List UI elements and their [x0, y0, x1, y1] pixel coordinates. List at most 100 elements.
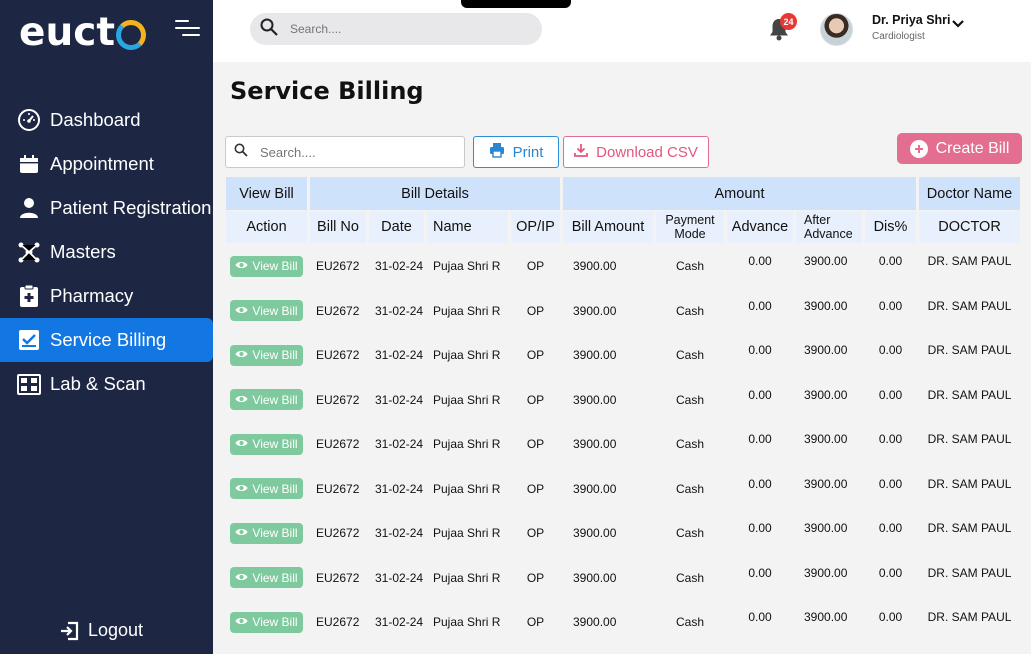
- sidebar-item-service-billing[interactable]: Service Billing: [0, 318, 213, 362]
- top-search-input[interactable]: [290, 22, 520, 36]
- col-date: Date: [369, 211, 427, 244]
- chevron-down-icon[interactable]: [952, 16, 964, 28]
- eye-icon: [235, 482, 248, 496]
- col-name: Name: [427, 211, 511, 244]
- cell-payment-mode: Cash: [656, 511, 727, 556]
- view-bill-button[interactable]: View Bill: [230, 344, 303, 366]
- cell-dis: 0.00: [865, 600, 920, 645]
- cell-name: Pujaa Shri R: [427, 377, 511, 422]
- sidebar-item-patient-registration[interactable]: Patient Registration: [0, 186, 213, 230]
- camera-notch: [461, 0, 571, 8]
- cell-bill-no: EU2672: [310, 600, 369, 645]
- bill-search-box[interactable]: [225, 136, 465, 168]
- eye-icon: [235, 393, 248, 407]
- cell-bill-amount: 3900.00: [563, 244, 656, 289]
- cell-date: 31-02-24: [369, 288, 427, 333]
- cell-date: 31-02-24: [369, 511, 427, 556]
- topbar: 24 Dr. Priya Shri Cardiologist: [213, 0, 1031, 62]
- cell-date: 31-02-24: [369, 333, 427, 378]
- logo[interactable]: euct: [19, 10, 146, 55]
- cell-after-advance: 3900.00: [796, 511, 865, 556]
- col-after-advance-line2: Advance: [804, 227, 853, 241]
- cell-bill-amount: 3900.00: [563, 511, 656, 556]
- view-bill-button[interactable]: View Bill: [230, 611, 303, 633]
- top-search-box[interactable]: [250, 13, 542, 45]
- download-icon: [574, 143, 589, 161]
- cell-payment-mode: Cash: [656, 600, 727, 645]
- sidebar-item-appointment[interactable]: Appointment: [0, 142, 213, 186]
- user-name[interactable]: Dr. Priya Shri: [872, 13, 951, 27]
- table-row: View Bill EU2672 31-02-24 Pujaa Shri R OP 390…: [226, 333, 1024, 378]
- logo-text: euct: [19, 10, 115, 55]
- cell-payment-mode: Cash: [656, 555, 727, 600]
- cell-bill-amount: 3900.00: [563, 333, 656, 378]
- cell-after-advance: 3900.00: [796, 600, 865, 645]
- sidebar-item-masters[interactable]: Masters: [0, 230, 213, 274]
- menu-toggle-icon[interactable]: [175, 20, 200, 38]
- cell-date: 31-02-24: [369, 555, 427, 600]
- cell-bill-no: EU2672: [310, 377, 369, 422]
- cell-date: 31-02-24: [369, 600, 427, 645]
- sidebar-item-pharmacy[interactable]: Pharmacy: [0, 274, 213, 318]
- cell-payment-mode: Cash: [656, 466, 727, 511]
- lab-icon: [16, 371, 42, 397]
- eye-icon: [235, 304, 248, 318]
- view-bill-label: View Bill: [252, 437, 298, 452]
- table-row: View Bill EU2672 31-02-24 Pujaa Shri R OP 390…: [226, 466, 1024, 511]
- col-payment-mode: Payment Mode: [656, 211, 727, 244]
- cell-opip: OP: [511, 288, 563, 333]
- cell-doctor: DR. SAM PAUL: [919, 244, 1024, 289]
- sidebar-item-lab-scan[interactable]: Lab & Scan: [0, 362, 213, 406]
- cell-advance: 0.00: [727, 511, 796, 556]
- sidebar-item-dashboard[interactable]: Dashboard: [0, 98, 213, 142]
- eye-icon: [235, 571, 248, 585]
- download-csv-label: Download CSV: [596, 143, 698, 161]
- view-bill-button[interactable]: View Bill: [230, 567, 303, 589]
- sidebar-item-label: Appointment: [50, 153, 154, 174]
- table-row: View Bill EU2672 31-02-24 Pujaa Shri R OP 390…: [226, 600, 1024, 645]
- sidebar-item-label: Pharmacy: [50, 285, 134, 306]
- download-csv-button[interactable]: Download CSV: [563, 136, 709, 168]
- table-row: View Bill EU2672 31-02-24 Pujaa Shri R OP 390…: [226, 511, 1024, 556]
- col-doctor: DOCTOR: [919, 211, 1024, 244]
- cell-doctor: DR. SAM PAUL: [919, 377, 1024, 422]
- cell-action: View Bill: [226, 466, 310, 511]
- cell-advance: 0.00: [727, 466, 796, 511]
- cell-opip: OP: [511, 555, 563, 600]
- table-body: View Bill EU2672 31-02-24 Pujaa Shri R OP 390…: [226, 244, 1024, 645]
- cell-advance: 0.00: [727, 555, 796, 600]
- sidebar-nav: Dashboard Appointment Patient Registrati…: [0, 98, 213, 406]
- clipboard-plus-icon: [16, 283, 42, 309]
- logout-icon: [60, 621, 80, 641]
- user-role: Cardiologist: [872, 31, 925, 42]
- view-bill-button[interactable]: View Bill: [230, 478, 303, 500]
- create-bill-button[interactable]: Create Bill: [897, 133, 1022, 164]
- view-bill-button[interactable]: View Bill: [230, 255, 303, 277]
- view-bill-label: View Bill: [252, 570, 298, 585]
- col-bill-no: Bill No: [310, 211, 369, 244]
- cell-dis: 0.00: [865, 466, 920, 511]
- view-bill-label: View Bill: [252, 615, 298, 630]
- bill-search-input[interactable]: [260, 144, 450, 160]
- view-bill-button[interactable]: View Bill: [230, 300, 303, 322]
- cell-advance: 0.00: [727, 333, 796, 378]
- cell-name: Pujaa Shri R: [427, 244, 511, 289]
- cell-opip: OP: [511, 377, 563, 422]
- view-bill-button[interactable]: View Bill: [230, 522, 303, 544]
- avatar[interactable]: [820, 13, 853, 46]
- sidebar-item-label: Service Billing: [50, 329, 167, 350]
- eye-icon: [235, 437, 248, 451]
- cell-action: View Bill: [226, 422, 310, 467]
- view-bill-button[interactable]: View Bill: [230, 389, 303, 411]
- sidebar-item-label: Masters: [50, 241, 116, 262]
- print-button[interactable]: Print: [473, 136, 559, 168]
- cell-opip: OP: [511, 422, 563, 467]
- col-bill-amount: Bill Amount: [563, 211, 656, 244]
- view-bill-button[interactable]: View Bill: [230, 433, 303, 455]
- billing-table: View Bill Bill Details Amount Doctor Nam…: [226, 177, 1024, 645]
- create-bill-label: Create Bill: [935, 139, 1010, 157]
- logout-button[interactable]: Logout: [60, 620, 143, 641]
- cell-after-advance: 3900.00: [796, 288, 865, 333]
- cell-doctor: DR. SAM PAUL: [919, 333, 1024, 378]
- sidebar-item-label: Lab & Scan: [50, 373, 146, 394]
